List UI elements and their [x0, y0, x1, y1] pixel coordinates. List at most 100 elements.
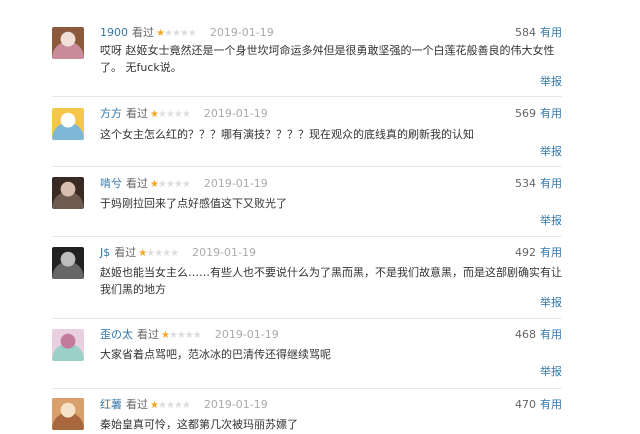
star-icon: ★ [146, 248, 155, 259]
comment-meta: 啃兮 看过 ★★★★★ 2019-01-19 [100, 177, 268, 191]
useful-button[interactable]: 有用 [540, 26, 562, 39]
comment-date: 2019-01-19 [192, 246, 257, 259]
star-icon: ★ [168, 330, 178, 341]
rating-stars: ★★★★★ [150, 178, 191, 192]
rating-stars: ★★★★★ [156, 27, 197, 41]
divider [52, 388, 562, 389]
comment-meta: 1900 看过 ★★★★★ 2019-01-19 [100, 26, 274, 40]
vote-count: 492 [515, 246, 536, 259]
username-link[interactable]: 方方 [100, 107, 122, 120]
watch-status: 看过 [126, 398, 148, 411]
report-link[interactable]: 举报 [540, 294, 562, 310]
comment-date: 2019-01-19 [214, 328, 279, 341]
avatar[interactable] [52, 247, 84, 279]
comment-date: 2019-01-19 [203, 177, 268, 190]
comment-date: 2019-01-19 [203, 107, 268, 120]
useful-button[interactable]: 有用 [540, 107, 562, 120]
username-link[interactable]: 啃兮 [100, 177, 122, 190]
star-icon: ★ [170, 248, 179, 259]
vote-count: 569 [515, 107, 536, 120]
divider [52, 96, 562, 97]
comment-text: 秦始皇真可怜，这都第几次被玛丽苏嫖了 [100, 418, 298, 431]
divider [52, 318, 562, 319]
rating-stars: ★★★★★ [161, 329, 202, 343]
vote-area: 468 有用 [515, 328, 562, 342]
star-icon: ★ [171, 28, 181, 39]
comment-meta: 方方 看过 ★★★★★ 2019-01-19 [100, 107, 268, 121]
username-link[interactable]: 歪の太 [100, 328, 133, 341]
username-link[interactable]: J$ [100, 246, 110, 259]
vote-area: 569 有用 [515, 107, 562, 121]
star-icon: ★ [165, 400, 175, 411]
vote-area: 470 有用 [515, 398, 562, 412]
vote-count: 468 [515, 328, 536, 341]
star-icon: ★ [161, 330, 170, 341]
username-link[interactable]: 1900 [100, 26, 128, 39]
comment-text: 于妈刚拉回来了点好感值这下又败光了 [100, 197, 287, 210]
vote-count: 470 [515, 398, 536, 411]
avatar[interactable] [52, 27, 84, 59]
watch-status: 看过 [132, 26, 154, 39]
comment-text: 大家省着点骂吧，范冰冰的巴清传还得继续骂呢 [100, 348, 331, 361]
star-icon: ★ [157, 179, 167, 190]
useful-button[interactable]: 有用 [540, 328, 562, 341]
star-icon: ★ [165, 109, 175, 120]
comment-meta: 红薯 看过 ★★★★★ 2019-01-19 [100, 398, 268, 412]
star-icon: ★ [154, 248, 163, 259]
star-icon: ★ [176, 330, 186, 341]
useful-button[interactable]: 有用 [540, 246, 562, 259]
vote-area: 492 有用 [515, 246, 562, 260]
avatar[interactable] [52, 108, 84, 140]
report-link[interactable]: 举报 [540, 143, 562, 159]
avatar[interactable] [52, 177, 84, 209]
avatar[interactable] [52, 329, 84, 361]
star-icon: ★ [173, 109, 183, 120]
comment-meta: 歪の太 看过 ★★★★★ 2019-01-19 [100, 328, 279, 342]
watch-status: 看过 [137, 328, 159, 341]
page-top [0, 0, 640, 12]
vote-area: 534 有用 [515, 177, 562, 191]
star-icon: ★ [173, 400, 183, 411]
star-icon: ★ [157, 109, 167, 120]
divider [52, 166, 562, 167]
useful-button[interactable]: 有用 [540, 398, 562, 411]
star-icon: ★ [192, 330, 202, 341]
comment-date: 2019-01-19 [203, 398, 268, 411]
star-icon: ★ [150, 179, 159, 190]
star-icon: ★ [150, 400, 159, 411]
watch-status: 看过 [126, 177, 148, 190]
report-link[interactable]: 举报 [540, 363, 562, 379]
divider [52, 236, 562, 237]
star-icon: ★ [173, 179, 183, 190]
star-icon: ★ [156, 28, 165, 39]
watch-status: 看过 [126, 107, 148, 120]
star-icon: ★ [181, 179, 191, 190]
star-icon: ★ [184, 330, 194, 341]
useful-button[interactable]: 有用 [540, 177, 562, 190]
avatar[interactable] [52, 398, 84, 430]
star-icon: ★ [181, 109, 191, 120]
star-icon: ★ [179, 28, 189, 39]
comment-meta: J$ 看过 ★★★★★ 2019-01-19 [100, 246, 256, 260]
watch-status: 看过 [114, 246, 137, 259]
star-icon: ★ [157, 400, 167, 411]
comment-text: 哎呀 赵姬女士竟然还是一个身世坎坷命运多舛但是很勇敢坚强的一个白莲花般善良的伟大… [100, 44, 555, 74]
star-icon: ★ [162, 248, 171, 259]
star-icon: ★ [187, 28, 197, 39]
comment-text: 赵姬也能当女主么……有些人也不要说什么为了黑而黑，不是我们故意黑，而是这部剧确实… [100, 266, 562, 296]
report-link[interactable]: 举报 [540, 73, 562, 89]
rating-stars: ★★★★★ [138, 247, 179, 261]
comment-text: 这个女主怎么红的？？？哪有演技？？？？现在观众的底线真的刷新我的认知 [100, 128, 474, 141]
username-link[interactable]: 红薯 [100, 398, 122, 411]
star-icon: ★ [165, 179, 175, 190]
star-icon: ★ [163, 28, 173, 39]
star-icon: ★ [150, 109, 159, 120]
rating-stars: ★★★★★ [150, 399, 191, 413]
vote-count: 534 [515, 177, 536, 190]
star-icon: ★ [181, 400, 191, 411]
vote-count: 584 [515, 26, 536, 39]
comment-date: 2019-01-19 [209, 26, 274, 39]
rating-stars: ★★★★★ [150, 108, 191, 122]
vote-area: 584 有用 [515, 26, 562, 40]
report-link[interactable]: 举报 [540, 212, 562, 228]
